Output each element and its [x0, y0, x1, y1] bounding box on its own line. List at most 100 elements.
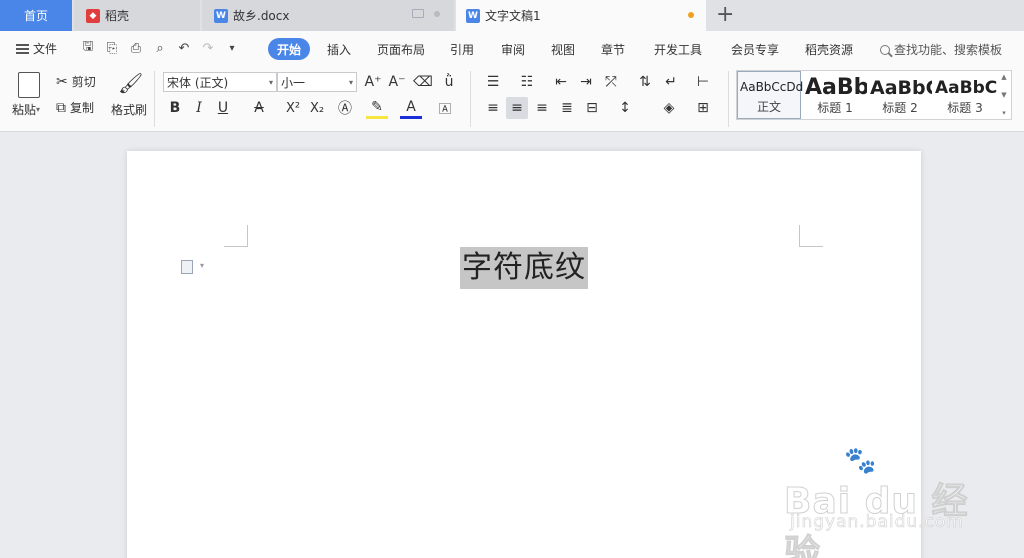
paragraph-handle-icon[interactable]	[181, 260, 193, 274]
expand-gallery-icon[interactable]: ▾	[1002, 109, 1006, 117]
feature-search[interactable]: 查找功能、搜索模板	[880, 41, 1002, 58]
bullet-list-icon[interactable]: ☰	[482, 71, 504, 93]
style-heading-2[interactable]: AaBbC 标题 2	[868, 71, 932, 119]
tab-references[interactable]: 引用	[450, 41, 474, 58]
paragraph-chevron-down-icon[interactable]: ▾	[200, 261, 204, 270]
format-painter-icon-button[interactable]: 🖌	[118, 71, 143, 95]
tab-developer[interactable]: 开发工具	[654, 41, 702, 58]
show-marks-icon[interactable]: ↵	[660, 71, 682, 93]
tab-home-ribbon[interactable]: 开始	[268, 38, 310, 60]
writer-doc-icon-active: W	[466, 8, 480, 23]
format-painter-button[interactable]: 格式刷	[111, 101, 147, 118]
tab-home-ribbon-label: 开始	[276, 42, 301, 57]
tab-home-label: 首页	[23, 9, 48, 23]
decrease-indent-icon[interactable]: ⇤	[550, 71, 572, 93]
line-spacing-icon[interactable]: ↕	[614, 97, 636, 119]
strikethrough-icon[interactable]: A	[248, 97, 270, 119]
justify-icon[interactable]: ≣	[556, 97, 578, 119]
style-heading-2-label: 标题 2	[882, 101, 918, 115]
font-size-chevron-down-icon: ▾	[348, 77, 353, 87]
underline-icon[interactable]: U	[212, 97, 234, 119]
file-menu[interactable]: 文件	[16, 40, 57, 57]
tab-review[interactable]: 审阅	[501, 41, 525, 58]
menu-bar: 文件 🖫 ⎘ ⎙ ⌕ ↶ ↷ ▾ 开始 插入 页面布局 引用 审阅 视图 章节 …	[0, 31, 1024, 67]
tab-page-layout[interactable]: 页面布局	[377, 41, 425, 58]
new-tab-plus-icon[interactable]: +	[716, 3, 734, 27]
font-color-icon[interactable]: A	[400, 97, 422, 119]
styles-gallery: AaBbCcDd 正文 AaBb 标题 1 AaBbC 标题 2 AaBbC 标…	[736, 70, 1012, 120]
subscript-icon[interactable]: X₂	[306, 97, 328, 119]
tab-chapter[interactable]: 章节	[601, 41, 625, 58]
char-border-icon[interactable]: 🄰	[434, 97, 456, 119]
redo-icon[interactable]: ↷	[200, 40, 216, 56]
tab-stop-icon[interactable]: ⊢	[692, 71, 714, 93]
divider	[728, 71, 729, 127]
tab-guxiang-docx[interactable]: W 故乡.docx	[202, 0, 454, 31]
baidu-jingyan-watermark: 🐾 Bai du 经验 jingyan.baidu.com	[784, 446, 984, 558]
margin-corner-right	[799, 225, 823, 247]
font-name-select[interactable]: 宋体 (正文) ▾	[163, 72, 277, 92]
text-effect-icon[interactable]: Ⓐ	[334, 97, 356, 119]
tab-daoke[interactable]: ◆ 稻壳	[74, 0, 200, 31]
tab-active-document[interactable]: W 文字文稿1	[456, 0, 706, 31]
monitor-icon[interactable]	[412, 9, 424, 18]
divider	[154, 71, 155, 127]
print-icon[interactable]: ⎙	[128, 40, 144, 56]
tab-member[interactable]: 会员专享	[731, 41, 779, 58]
scroll-down-icon[interactable]: ▼	[1001, 91, 1006, 99]
distributed-icon[interactable]: ⊟	[581, 97, 603, 119]
print-preview-icon[interactable]: ⌕	[152, 40, 168, 56]
copy-button[interactable]: ⧉ 复制	[56, 99, 94, 116]
margin-corner-left	[224, 225, 248, 247]
save-icon[interactable]: 🖫	[80, 39, 96, 56]
style-heading-3[interactable]: AaBbC 标题 3	[933, 71, 997, 119]
paste-button[interactable]	[18, 72, 40, 98]
quick-access-toolbar: 🖫 ⎘ ⎙ ⌕ ↶ ↷ ▾	[80, 39, 240, 56]
file-menu-label: 文件	[33, 42, 58, 56]
tab-bar: 首页 ◆ 稻壳 W 故乡.docx W 文字文稿1 +	[0, 0, 1024, 31]
paste-chevron-down-icon: ▾	[36, 105, 41, 114]
numbered-list-icon[interactable]: ☷	[516, 71, 538, 93]
paste-label: 粘贴	[12, 103, 37, 117]
scroll-up-icon[interactable]: ▲	[1001, 73, 1006, 81]
style-normal[interactable]: AaBbCcDd 正文	[737, 71, 803, 119]
chinese-layout-icon[interactable]: ⤱	[600, 71, 622, 93]
copy-label: 复制	[70, 101, 95, 115]
shaded-text[interactable]: 字符底纹	[460, 247, 588, 289]
tab-insert[interactable]: 插入	[327, 41, 351, 58]
undo-icon[interactable]: ↶	[176, 40, 192, 56]
tab-home[interactable]: 首页	[0, 0, 72, 31]
bold-icon[interactable]: B	[164, 97, 186, 119]
superscript-icon[interactable]: X²	[282, 97, 304, 119]
tab-daoke-label: 稻壳	[105, 9, 130, 23]
phonetic-guide-icon[interactable]: ǜ	[438, 71, 460, 93]
paste-clipboard-icon	[18, 72, 40, 98]
tab-daoke-resources[interactable]: 稻壳资源	[805, 41, 853, 58]
close-dot-icon[interactable]	[434, 10, 440, 17]
style-heading-3-preview: AaBbC	[935, 78, 997, 98]
increase-indent-icon[interactable]: ⇥	[575, 71, 597, 93]
customize-chevron-down-icon[interactable]: ▾	[224, 40, 240, 56]
tab-view[interactable]: 视图	[551, 41, 575, 58]
styles-scroll[interactable]: ▲ ▼ ▾	[999, 73, 1009, 117]
shading-icon[interactable]: ◈	[658, 97, 680, 119]
align-left-icon[interactable]: ≡	[482, 97, 504, 119]
cut-button[interactable]: ✂ 剪切	[56, 73, 96, 90]
font-size-select[interactable]: 小一 ▾	[277, 72, 357, 92]
export-pdf-icon[interactable]: ⎘	[104, 40, 120, 56]
style-normal-label: 正文	[756, 100, 781, 114]
unsaved-dot-icon[interactable]	[688, 12, 694, 18]
italic-icon[interactable]: I	[188, 97, 210, 119]
font-name-value: 宋体 (正文)	[167, 75, 229, 90]
align-right-icon[interactable]: ≡	[531, 97, 553, 119]
paste-label-button[interactable]: 粘贴 ▾	[12, 101, 40, 118]
shrink-font-icon[interactable]: A⁻	[386, 71, 408, 93]
align-center-icon[interactable]: ≡	[506, 97, 528, 119]
grow-font-icon[interactable]: A⁺	[362, 71, 384, 93]
clear-format-icon[interactable]: ⌫	[412, 71, 434, 93]
style-heading-1[interactable]: AaBb 标题 1	[803, 71, 867, 119]
highlight-icon[interactable]: ✎	[366, 97, 388, 119]
style-heading-1-preview: AaBb	[805, 75, 867, 100]
borders-icon[interactable]: ⊞	[692, 97, 714, 119]
sort-icon[interactable]: ⇅	[634, 71, 656, 93]
